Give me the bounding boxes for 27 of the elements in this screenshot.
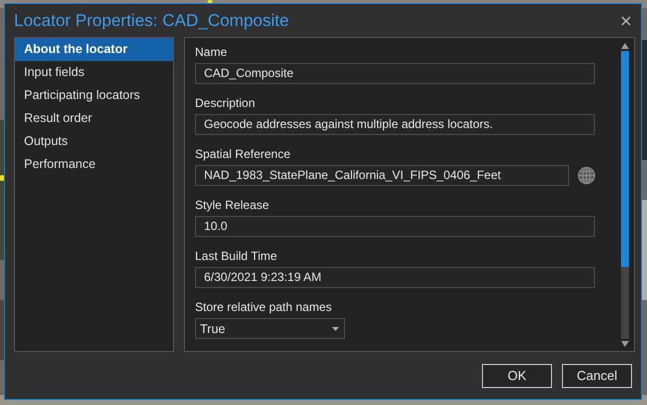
sidebar-item[interactable]: Participating locators	[15, 84, 173, 107]
sidebar-item[interactable]: About the locator	[15, 38, 173, 61]
sidebar-item[interactable]: Input fields	[15, 61, 173, 84]
scroll-up-icon[interactable]	[620, 43, 628, 49]
close-icon[interactable]	[621, 16, 631, 26]
text-field[interactable]: Geocode addresses against multiple address locators.	[195, 114, 595, 135]
field-label: Description	[195, 96, 256, 111]
sidebar-item[interactable]: Outputs	[15, 130, 173, 153]
dropdown[interactable]: True	[195, 318, 345, 339]
text-field[interactable]: NAD_1983_StatePlane_California_VI_FIPS_0406_Feet	[195, 165, 569, 186]
dialog-button[interactable]: Cancel	[562, 364, 632, 388]
globe-icon[interactable]	[577, 166, 596, 185]
field-label: Last Build Time	[195, 249, 278, 264]
window-title: Locator Properties: CAD_Composite	[14, 10, 289, 30]
field-label: Style Release	[195, 198, 270, 213]
text-field[interactable]: CAD_Composite	[195, 63, 595, 84]
sidebar-item[interactable]: Performance	[15, 153, 173, 176]
field-label: Store relative path names	[195, 300, 333, 315]
scroll-down-icon[interactable]	[620, 341, 628, 347]
field-label: Name	[195, 45, 228, 60]
sidebar-item[interactable]: Result order	[15, 107, 173, 130]
scrollbar[interactable]	[620, 51, 628, 339]
text-field[interactable]: 10.0	[195, 216, 595, 237]
dialog-button[interactable]: OK	[482, 364, 552, 388]
text-field[interactable]: 6/30/2021 9:23:19 AM	[195, 267, 595, 288]
field-label: Spatial Reference	[195, 147, 292, 162]
caret-icon[interactable]	[332, 326, 339, 330]
